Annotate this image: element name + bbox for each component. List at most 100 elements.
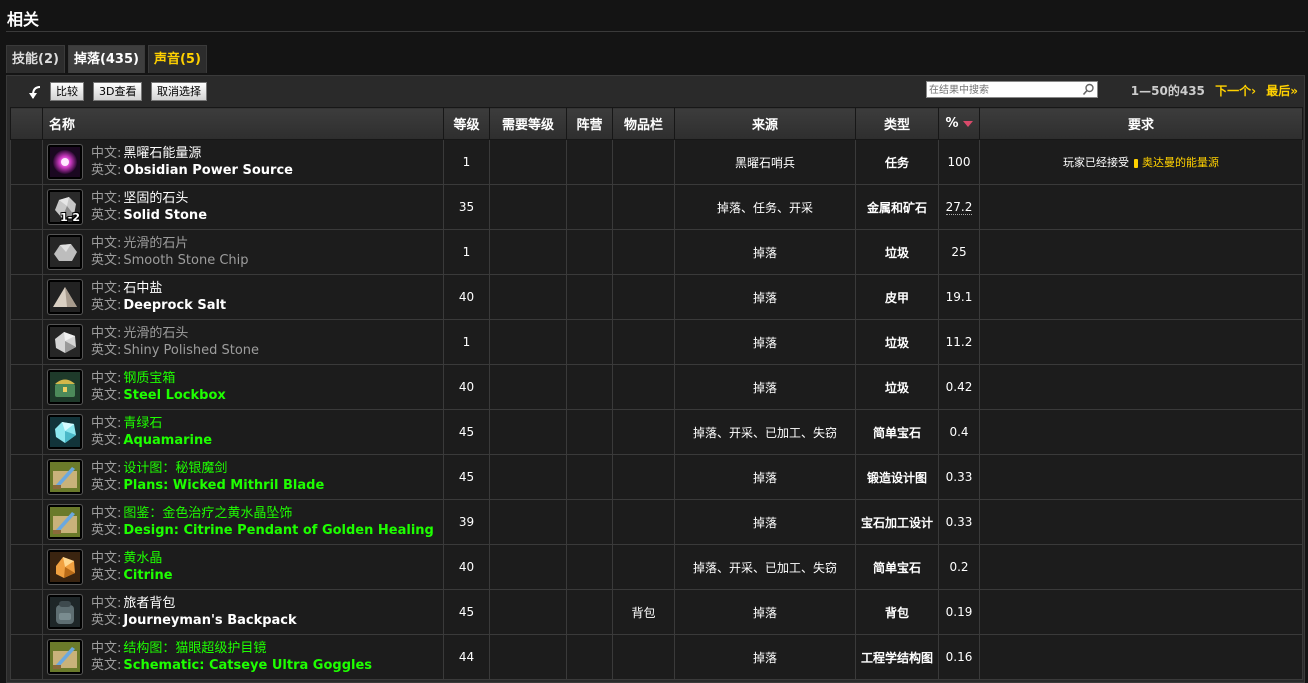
item-name-zh[interactable]: 黄水晶 (123, 551, 162, 566)
item-name-zh[interactable]: 坚固的石头 (123, 191, 188, 206)
table-row[interactable]: 中文: 光滑的石头 英文: Shiny Polished Stone 1 掉落 垃圾 11.2 (10, 319, 1303, 365)
item-name-zh[interactable]: 图鉴：金色治疗之黄水晶坠饰 (123, 506, 292, 521)
row-select-cell[interactable] (10, 139, 43, 185)
backpack-icon[interactable] (47, 594, 83, 630)
quest-link[interactable]: 奥达曼的能量源 (1142, 156, 1219, 169)
col-type[interactable]: 类型 (855, 107, 939, 140)
row-select-cell[interactable] (10, 274, 43, 320)
schematic-scroll-icon[interactable] (47, 639, 83, 675)
row-select-cell[interactable] (10, 454, 43, 500)
col-percent[interactable]: % (938, 107, 980, 140)
item-name-en[interactable]: Design: Citrine Pendant of Golden Healin… (123, 523, 433, 538)
tab-drops[interactable]: 掉落(435) (67, 45, 145, 73)
item-type[interactable]: 任务 (855, 139, 939, 185)
col-req-level[interactable]: 需要等级 (489, 107, 567, 140)
table-row[interactable]: 中文: 结构图：猫眼超级护目镜 英文: Schematic: Catseye Ultr… (10, 634, 1303, 680)
item-name-en[interactable]: Shiny Polished Stone (123, 343, 259, 358)
item-name-en[interactable]: Plans: Wicked Mithril Blade (123, 478, 324, 493)
row-select-cell[interactable] (10, 589, 43, 635)
search-icon[interactable] (1082, 83, 1095, 96)
item-name-wrap: 中文: 结构图：猫眼超级护目镜 英文: Schematic: Catseye Ultr… (44, 636, 443, 678)
row-select-cell[interactable] (10, 184, 43, 230)
compare-button[interactable]: 比较 (50, 82, 84, 101)
deselect-button[interactable]: 取消选择 (151, 82, 207, 101)
col-level[interactable]: 等级 (443, 107, 490, 140)
en-label: 英文: (91, 253, 122, 268)
item-name-zh[interactable]: 光滑的石头 (123, 326, 188, 341)
zh-label: 中文: (91, 461, 122, 476)
item-type[interactable]: 宝石加工设计 (855, 499, 939, 545)
item-name-en[interactable]: Steel Lockbox (123, 388, 225, 403)
row-select-cell[interactable] (10, 634, 43, 680)
item-name-en[interactable]: Obsidian Power Source (123, 163, 293, 178)
item-type[interactable]: 背包 (855, 589, 939, 635)
col-requirement[interactable]: 要求 (979, 107, 1303, 140)
item-slot: 背包 (612, 589, 675, 635)
col-source[interactable]: 来源 (674, 107, 856, 140)
next-page-link[interactable]: 下一个› (1215, 84, 1256, 98)
table-row[interactable]: 中文: 设计图：秘银魔剑 英文: Plans: Wicked Mithril Blad… (10, 454, 1303, 500)
table-row[interactable]: 中文: 旅者背包 英文: Journeyman's Backpack 45 背包 掉落 背包 0… (10, 589, 1303, 635)
table-row[interactable]: 中文: 黄水晶 英文: Citrine 40 掉落、开采、已加工、失窃 简单宝石 0.2 (10, 544, 1303, 590)
item-name-zh[interactable]: 石中盐 (123, 281, 162, 296)
smooth-stone-chip-icon[interactable] (47, 234, 83, 270)
row-select-cell[interactable] (10, 499, 43, 545)
shiny-polished-stone-icon[interactable] (47, 324, 83, 360)
item-type[interactable]: 锻造设计图 (855, 454, 939, 500)
table-row[interactable]: 中文: 青绿石 英文: Aquamarine 45 掉落、开采、已加工、失窃 简单宝石 0.4 (10, 409, 1303, 455)
table-row[interactable]: 中文: 黑曜石能量源 英文: Obsidian Power Source 1 黑曜石哨兵任… (10, 139, 1303, 185)
citrine-icon[interactable] (47, 549, 83, 585)
col-slot[interactable]: 物品栏 (612, 107, 675, 140)
row-select-cell[interactable] (10, 409, 43, 455)
tab-sounds[interactable]: 声音(5) (147, 45, 207, 73)
row-select-cell[interactable] (10, 229, 43, 275)
item-type[interactable]: 垃圾 (855, 319, 939, 365)
table-row[interactable]: 中文: 光滑的石片 英文: Smooth Stone Chip 1 掉落 垃圾 25 (10, 229, 1303, 275)
tab-skills[interactable]: 技能(2) (6, 45, 65, 73)
solid-stone-icon[interactable]: 1-2 (47, 189, 83, 225)
item-type[interactable]: 垃圾 (855, 364, 939, 410)
item-art (50, 147, 80, 177)
item-type[interactable]: 工程学结构图 (855, 634, 939, 680)
last-page-link[interactable]: 最后» (1266, 84, 1298, 98)
item-name-zh[interactable]: 旅者背包 (123, 596, 175, 611)
item-name-zh-line: 中文: 结构图：猫眼超级护目镜 (91, 640, 372, 657)
item-name-zh[interactable]: 设计图：秘银魔剑 (123, 461, 227, 476)
item-name-en[interactable]: Journeyman's Backpack (123, 613, 296, 628)
col-name[interactable]: 名称 (42, 107, 444, 140)
back-arrow-icon[interactable] (27, 84, 43, 100)
item-name-zh[interactable]: 黑曜石能量源 (123, 146, 201, 161)
table-row[interactable]: 中文: 图鉴：金色治疗之黄水晶坠饰 英文: Design: Citrine Penda… (10, 499, 1303, 545)
aquamarine-icon[interactable] (47, 414, 83, 450)
col-faction[interactable]: 阵营 (566, 107, 613, 140)
row-select-cell[interactable] (10, 319, 43, 365)
item-name-zh[interactable]: 钢质宝箱 (123, 371, 175, 386)
item-type[interactable]: 垃圾 (855, 229, 939, 275)
table-row[interactable]: 中文: 钢质宝箱 英文: Steel Lockbox 40 掉落 垃圾 0.42 (10, 364, 1303, 410)
table-row[interactable]: 中文: 石中盐 英文: Deeprock Salt 40 掉落 皮甲 19.1 (10, 274, 1303, 320)
steel-lockbox-icon[interactable] (47, 369, 83, 405)
item-name-zh[interactable]: 结构图：猫眼超级护目镜 (123, 641, 266, 656)
item-type[interactable]: 简单宝石 (855, 409, 939, 455)
item-name-en[interactable]: Smooth Stone Chip (123, 253, 248, 268)
item-name-en[interactable]: Solid Stone (123, 208, 207, 223)
item-name-en[interactable]: Deeprock Salt (123, 298, 226, 313)
deeprock-salt-icon[interactable] (47, 279, 83, 315)
item-name-zh[interactable]: 青绿石 (123, 416, 162, 431)
item-type[interactable]: 金属和矿石 (855, 184, 939, 230)
table-row[interactable]: 1-2 中文: 坚固的石头 英文: Solid Stone 35 掉落、任务、开采 金属和矿石… (10, 184, 1303, 230)
item-name-zh[interactable]: 光滑的石片 (123, 236, 188, 251)
item-type[interactable]: 皮甲 (855, 274, 939, 320)
row-select-cell[interactable] (10, 364, 43, 410)
obsidian-power-source-icon[interactable] (47, 144, 83, 180)
item-name-en[interactable]: Citrine (123, 568, 172, 583)
item-type[interactable]: 简单宝石 (855, 544, 939, 590)
item-level: 45 (443, 454, 490, 500)
search-input[interactable] (927, 83, 1081, 98)
row-select-cell[interactable] (10, 544, 43, 590)
item-name-en[interactable]: Schematic: Catseye Ultra Goggles (123, 658, 372, 673)
view-3d-button[interactable]: 3D查看 (93, 82, 143, 101)
item-name-en[interactable]: Aquamarine (123, 433, 212, 448)
design-scroll-icon[interactable] (47, 504, 83, 540)
plans-scroll-icon[interactable] (47, 459, 83, 495)
